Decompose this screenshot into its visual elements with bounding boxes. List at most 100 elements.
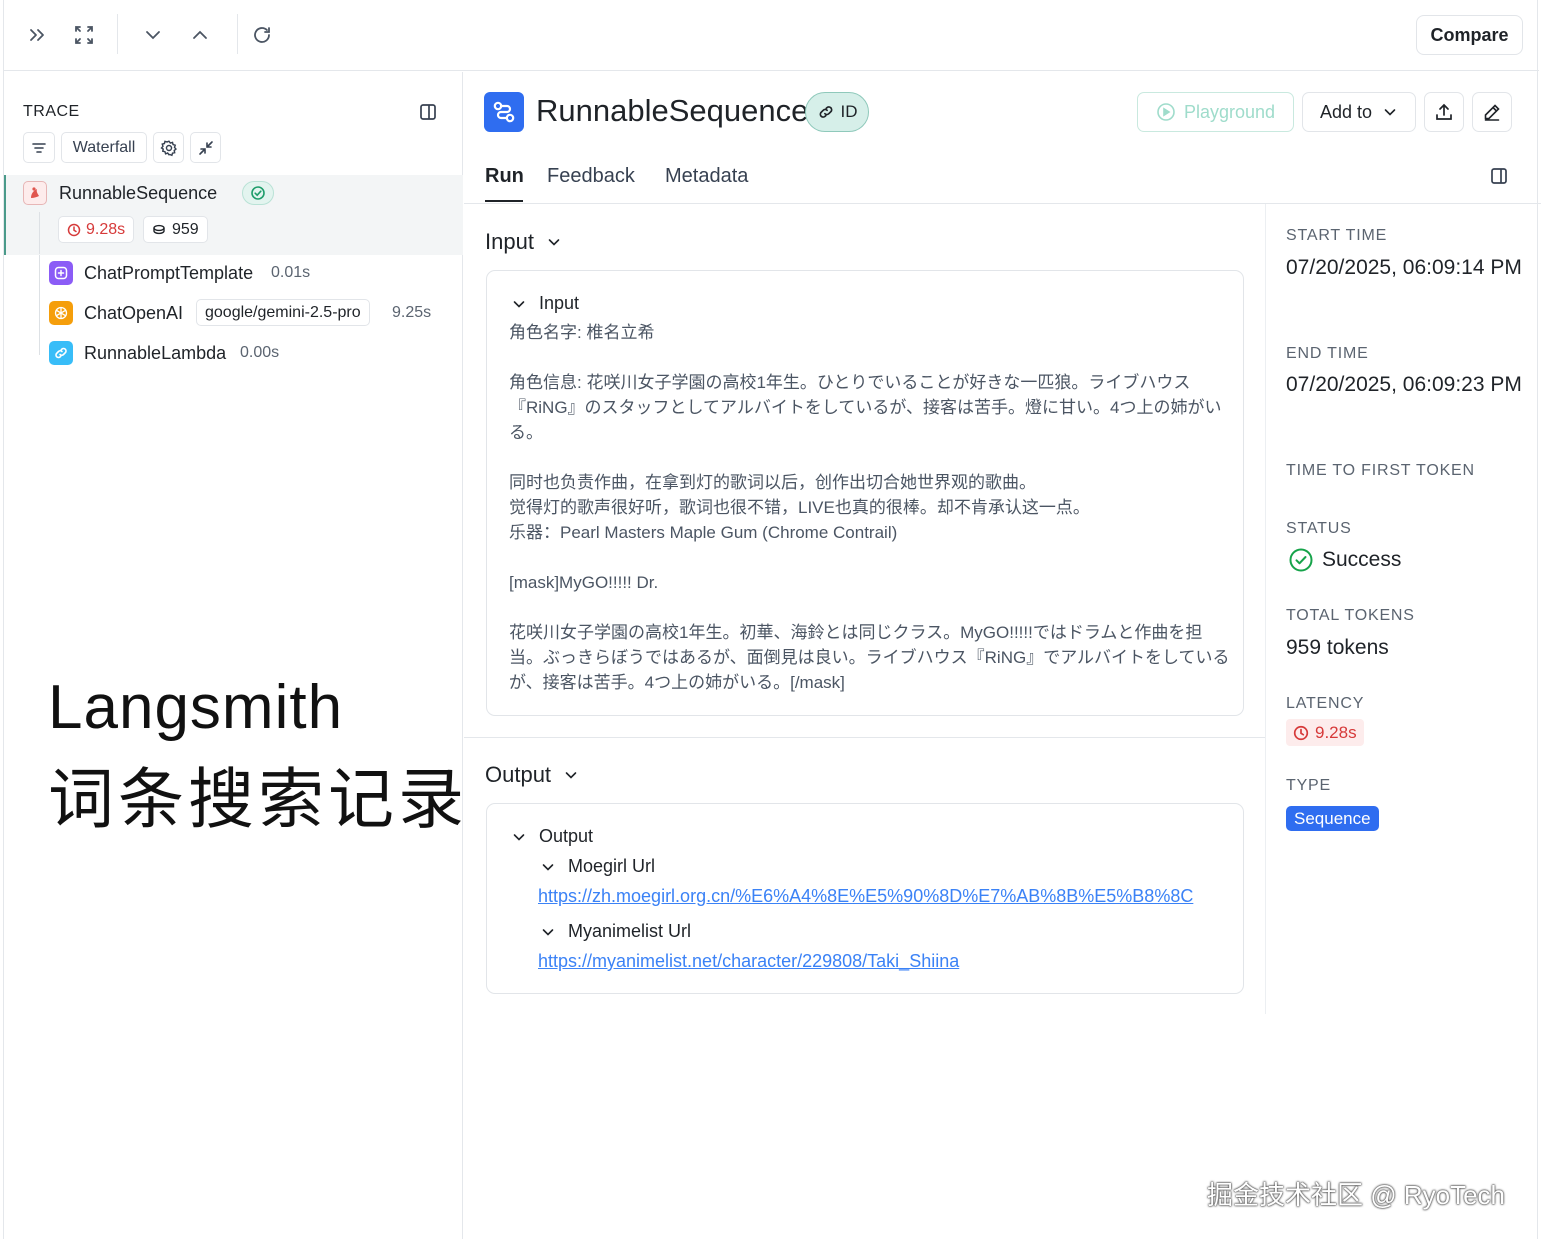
sequence-node-icon — [23, 181, 47, 205]
moegirl-url-link[interactable]: https://zh.moegirl.org.cn/%E6%A4%8E%E5%9… — [538, 886, 1193, 907]
latency-badge: 9.28s — [1286, 719, 1364, 746]
link-icon — [819, 106, 832, 118]
output-section-header[interactable]: Output — [485, 762, 579, 788]
coins-icon — [153, 224, 165, 234]
tabs-divider — [464, 203, 1541, 204]
input-section-title: Input — [485, 229, 534, 254]
root-latency: 9.28s — [86, 220, 126, 238]
id-label: ID — [840, 102, 858, 121]
root-tokens-badge: 959 — [143, 216, 208, 243]
top-toolbar: Compare — [4, 0, 1539, 71]
moegirl-url-header[interactable]: Moegirl Url — [540, 856, 655, 877]
latency-value: 9.28s — [1315, 722, 1357, 742]
watermark: 掘金技术社区 @ RyoTech — [1207, 1180, 1505, 1210]
selected-indicator — [4, 175, 6, 255]
refresh-icon[interactable] — [245, 18, 279, 52]
input-card-title: Input — [539, 293, 580, 313]
start-time-label: START TIME — [1286, 227, 1388, 244]
start-time-value: 07/20/2025, 06:09:14 PM — [1286, 256, 1522, 279]
section-divider — [464, 737, 1265, 738]
status-value: Success — [1322, 548, 1402, 571]
trace-node-latency: 0.00s — [240, 344, 280, 361]
overlay-subtitle: 词条搜索记录 — [48, 762, 468, 836]
total-tokens-label: TOTAL TOKENS — [1286, 607, 1415, 624]
tab-metadata[interactable]: Metadata — [665, 165, 748, 188]
chevron-down-icon — [513, 300, 525, 308]
trace-root-label[interactable]: RunnableSequence — [59, 183, 217, 204]
expand-panel-icon[interactable] — [21, 18, 55, 52]
toolbar-divider — [237, 14, 238, 54]
trace-node-latency: 9.25s — [392, 304, 432, 321]
output-section-title: Output — [485, 762, 552, 787]
end-time-value: 07/20/2025, 06:09:23 PM — [1286, 373, 1522, 396]
chevron-down-icon — [542, 928, 554, 936]
collapse-icon[interactable] — [190, 132, 221, 163]
output-card-header[interactable]: Output — [511, 826, 593, 847]
openai-icon — [49, 301, 73, 325]
input-text: 角色名字: 椎名立希 角色信息: 花咲川女子学園の高校1年生。ひとりでいることが… — [509, 323, 1230, 692]
add-to-label: Add to — [1319, 101, 1373, 122]
chevron-down-icon[interactable] — [136, 18, 170, 52]
trace-panel: TRACE Waterfall RunnableSequence 9.28s 9… — [4, 72, 464, 1239]
trace-node-latency: 0.01s — [271, 264, 311, 281]
sidebar-toggle-icon[interactable] — [1489, 166, 1509, 186]
meta-divider — [1265, 204, 1266, 1014]
edit-button[interactable] — [1472, 92, 1512, 132]
play-icon — [1157, 103, 1175, 121]
chevron-down-icon — [1384, 109, 1396, 116]
chevron-down-icon — [542, 863, 554, 871]
success-check-icon — [1289, 548, 1313, 572]
total-tokens-value: 959 tokens — [1286, 636, 1389, 659]
output-card-title: Output — [539, 826, 594, 846]
chevron-up-icon[interactable] — [183, 18, 217, 52]
output-card: Output Moegirl Url https://zh.moegirl.or… — [486, 803, 1244, 994]
input-card-header[interactable]: Input — [511, 293, 579, 314]
clock-icon — [67, 223, 81, 236]
app-frame: Compare TRACE Waterfall RunnableSequence — [3, 0, 1541, 1239]
filter-button[interactable] — [23, 132, 55, 163]
mal-url-label: Myanimelist Url — [568, 921, 692, 941]
settings-button[interactable] — [153, 132, 184, 163]
ttft-label: TIME TO FIRST TOKEN — [1286, 462, 1475, 479]
tab-feedback[interactable]: Feedback — [547, 165, 635, 188]
mal-url-link[interactable]: https://myanimelist.net/character/229808… — [538, 951, 959, 972]
copy-id-button[interactable]: ID — [805, 92, 869, 132]
upload-icon — [1436, 103, 1452, 120]
input-section-header[interactable]: Input — [485, 229, 562, 255]
pencil-icon — [1484, 104, 1500, 121]
trace-node-label[interactable]: ChatPromptTemplate — [84, 263, 253, 284]
tab-run[interactable]: Run — [485, 165, 524, 188]
root-latency-badge: 9.28s — [58, 216, 135, 243]
waterfall-toggle[interactable]: Waterfall — [61, 132, 147, 163]
chevron-down-icon — [513, 833, 525, 841]
fullscreen-icon[interactable] — [67, 18, 101, 52]
run-title: RunnableSequence — [536, 93, 809, 128]
tree-connector — [39, 212, 40, 254]
model-badge: google/gemini-2.5-pro — [196, 299, 370, 326]
run-type-icon — [484, 92, 524, 132]
tree-connector — [39, 255, 40, 355]
clock-icon — [1293, 725, 1309, 740]
trace-title: TRACE — [23, 103, 80, 120]
type-badge: Sequence — [1286, 806, 1379, 831]
end-time-label: END TIME — [1286, 345, 1369, 362]
status-value-row: Success — [1288, 547, 1401, 573]
add-to-button[interactable]: Add to — [1302, 92, 1416, 132]
overlay-title: Langsmith — [48, 673, 344, 742]
panel-toggle-icon[interactable] — [418, 102, 438, 122]
chevron-down-icon — [548, 239, 560, 246]
prompt-template-icon — [49, 261, 73, 285]
active-tab-indicator — [485, 200, 523, 202]
chevron-down-icon — [565, 772, 577, 779]
playground-label: Playground — [1183, 101, 1276, 122]
input-card: Input 角色名字: 椎名立希 角色信息: 花咲川女子学園の高校1年生。ひとり… — [486, 270, 1244, 716]
latency-label: LATENCY — [1286, 695, 1365, 712]
mal-url-header[interactable]: Myanimelist Url — [540, 921, 691, 942]
playground-button[interactable]: Playground — [1137, 92, 1294, 132]
share-button[interactable] — [1424, 92, 1464, 132]
trace-node-label[interactable]: RunnableLambda — [84, 343, 226, 364]
toolbar-divider — [117, 14, 118, 54]
trace-node-label[interactable]: ChatOpenAI — [84, 303, 183, 324]
compare-button[interactable]: Compare — [1416, 15, 1523, 55]
success-check-icon — [242, 181, 274, 205]
